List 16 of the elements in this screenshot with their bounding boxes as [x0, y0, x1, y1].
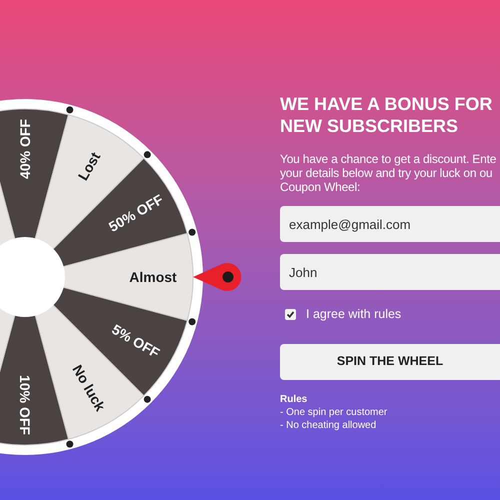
slice-label: 10% OFF: [17, 375, 33, 435]
form-description: You have a chance to get a discount. Ente your details below and try your luck on ou Coupon Wheel:: [280, 152, 498, 194]
slice-label: 40% OFF: [17, 119, 33, 179]
rule-item: - One spin per customer: [280, 406, 388, 419]
agree-checkbox[interactable]: [285, 308, 296, 320]
rules-title: Rules: [280, 392, 308, 406]
spin-button[interactable]: SPIN THE WHEEL: [280, 344, 500, 380]
email-field[interactable]: example@gmail.com: [280, 206, 500, 242]
slice-label: 50% OFF: [106, 191, 166, 235]
agree-label: I agree with rules: [306, 306, 402, 323]
slice-label: 5% OFF: [109, 321, 162, 361]
rule-item: - No cheating allowed: [280, 418, 378, 432]
slice-label: Almost: [129, 269, 177, 285]
name-field[interactable]: John: [280, 254, 500, 290]
form-title: WE HAVE A BONUS FOR NEW SUBSCRIBERS: [280, 93, 494, 137]
pointer-icon: [193, 263, 242, 291]
